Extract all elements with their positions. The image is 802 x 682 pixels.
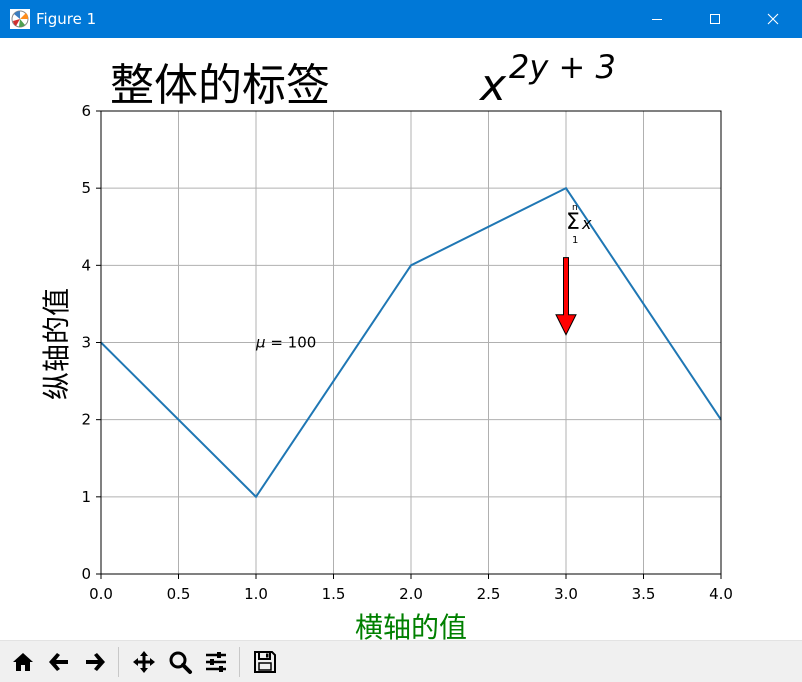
forward-arrow-icon bbox=[86, 652, 105, 671]
forward-button[interactable] bbox=[78, 645, 112, 679]
x-tick-label: 0.5 bbox=[167, 585, 191, 603]
maximize-button[interactable] bbox=[686, 0, 744, 38]
y-tick-label: 4 bbox=[81, 256, 91, 274]
x-tick-label: 2.0 bbox=[399, 585, 423, 603]
close-button[interactable] bbox=[744, 0, 802, 38]
annotation-mu: μ = 100 bbox=[255, 334, 316, 352]
annotation-mu-equals: = bbox=[266, 334, 288, 352]
y-ticks: 0 1 2 3 4 5 6 bbox=[81, 102, 101, 583]
pan-button[interactable] bbox=[127, 645, 161, 679]
toolbar-separator bbox=[118, 646, 119, 677]
save-icon bbox=[254, 650, 276, 673]
subplots-config-icon bbox=[206, 651, 226, 672]
window-titlebar: Figure 1 bbox=[0, 0, 802, 38]
pan-icon bbox=[133, 650, 155, 673]
chart-title-math-exponent: 2y + 3 bbox=[509, 48, 616, 86]
matplotlib-app-icon bbox=[10, 9, 30, 29]
x-tick-label: 1.5 bbox=[322, 585, 346, 603]
navigation-toolbar bbox=[0, 640, 802, 682]
annotation-mu-symbol: μ bbox=[255, 334, 266, 352]
home-button[interactable] bbox=[6, 645, 40, 679]
maximize-icon bbox=[710, 14, 720, 24]
y-tick-label: 5 bbox=[81, 179, 91, 197]
x-tick-label: 1.0 bbox=[244, 585, 268, 603]
chart-title: 整体的标签 bbox=[110, 60, 330, 111]
subplots-config-button[interactable] bbox=[199, 645, 233, 679]
annotation-sum-var: x bbox=[581, 214, 592, 233]
annotation-sum-symbol: Σ bbox=[566, 210, 580, 235]
y-tick-label: 3 bbox=[81, 334, 91, 352]
y-tick-label: 2 bbox=[81, 411, 91, 429]
zoom-icon bbox=[169, 651, 192, 674]
x-tick-label: 3.5 bbox=[632, 585, 656, 603]
y-tick-label: 0 bbox=[81, 565, 91, 583]
x-axis-label: 横轴的值 bbox=[355, 611, 467, 640]
zoom-button[interactable] bbox=[163, 645, 197, 679]
y-tick-label: 6 bbox=[81, 102, 91, 120]
y-axis-label: 纵轴的值 bbox=[40, 288, 73, 400]
back-arrow-icon bbox=[49, 652, 68, 671]
chart-title-math-base: x bbox=[478, 60, 507, 111]
close-icon bbox=[767, 13, 779, 25]
x-tick-label: 3.0 bbox=[554, 585, 578, 603]
annotation-mu-value: 100 bbox=[288, 334, 317, 352]
y-tick-label: 1 bbox=[81, 488, 91, 506]
chart: 整体的标签 x 2y + 3 0.0 0.5 1.0 1.5 2.0 2.5 3.0 3.5 4… bbox=[40, 48, 733, 640]
x-tick-label: 0.0 bbox=[89, 585, 113, 603]
home-icon bbox=[13, 652, 33, 671]
toolbar-separator bbox=[239, 646, 240, 677]
x-ticks: 0.0 0.5 1.0 1.5 2.0 2.5 3.0 3.5 4.0 bbox=[89, 574, 733, 603]
save-button[interactable] bbox=[248, 645, 282, 679]
x-tick-label: 4.0 bbox=[709, 585, 733, 603]
window-title: Figure 1 bbox=[36, 10, 97, 28]
minimize-icon bbox=[652, 19, 662, 20]
annotation-sum-lower: 1 bbox=[572, 235, 578, 246]
back-button[interactable] bbox=[42, 645, 76, 679]
x-tick-label: 2.5 bbox=[477, 585, 501, 603]
figure-canvas: 整体的标签 x 2y + 3 0.0 0.5 1.0 1.5 2.0 2.5 3.0 3.5 4… bbox=[0, 38, 802, 640]
minimize-button[interactable] bbox=[628, 0, 686, 38]
